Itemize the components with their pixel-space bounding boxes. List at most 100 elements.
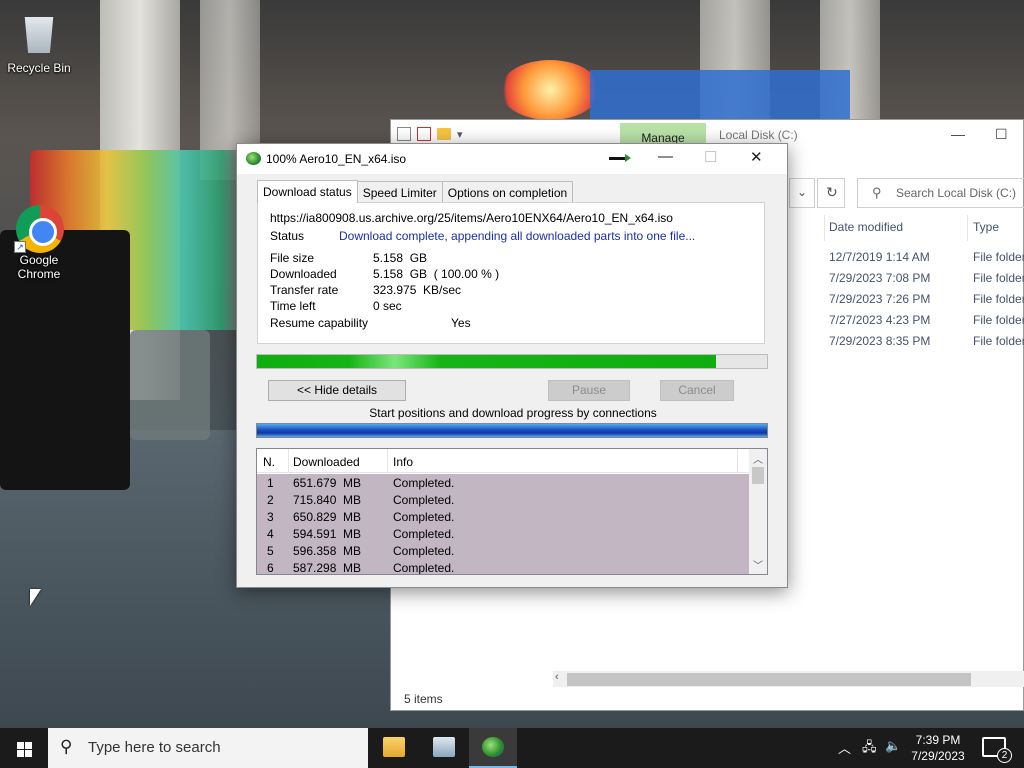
file-row[interactable]: 12/7/2019 1:14 AM File folder — [829, 250, 1024, 264]
column-type[interactable]: Type — [973, 220, 999, 234]
dropdown-icon[interactable]: ▾ — [457, 128, 463, 141]
cancel-button: Cancel — [660, 380, 734, 401]
chevron-down-icon: ⌄ — [797, 185, 808, 199]
time-left-label: Time left — [270, 299, 316, 313]
control-panel-icon — [433, 737, 455, 757]
maximize-icon: ☐ — [704, 149, 718, 166]
download-url: https://ia800908.us.archive.org/25/items… — [270, 211, 673, 225]
downloaded-label: Downloaded — [270, 267, 337, 281]
table-row[interactable]: 2 715.840 MB Completed. — [257, 491, 749, 508]
address-dropdown[interactable]: ⌄ — [789, 178, 815, 208]
status-label: Status — [270, 229, 305, 243]
table-row[interactable]: 3 650.829 MB Completed. — [257, 508, 749, 525]
desktop-icon-recycle-bin[interactable]: Recycle Bin — [1, 10, 77, 75]
explorer-title: Local Disk (C:) — [719, 128, 798, 142]
grid-header: N. Downloaded Info — [257, 449, 749, 473]
table-row[interactable]: 1 651.679 MB Completed. — [257, 474, 749, 491]
clock-time: 7:39 PM — [915, 733, 961, 747]
file-size-label: File size — [270, 251, 315, 265]
refresh-button[interactable]: ↻ — [817, 178, 845, 208]
file-size-value: 5.158 GB — [373, 251, 428, 265]
file-row[interactable]: 7/29/2023 8:35 PM File folder — [829, 334, 1024, 348]
download-status-panel: https://ia800908.us.archive.org/25/items… — [257, 202, 765, 344]
hide-details-button[interactable]: << Hide details — [268, 380, 406, 401]
scrollbar-thumb[interactable] — [752, 467, 764, 484]
dialog-tabs[interactable]: Download status Speed Limiter Options on… — [257, 180, 574, 204]
connections-progress-bar — [256, 423, 768, 438]
dialog-titlebar[interactable]: 100% Aero10_EN_x64.iso — ☐ ✕ — [237, 144, 787, 174]
table-row[interactable]: 5 596.358 MB Completed. — [257, 542, 749, 559]
grid-vertical-scrollbar[interactable]: ︿ ﹀ — [749, 449, 767, 574]
search-icon: ⚲ — [872, 185, 882, 200]
minimize-icon[interactable]: — — [951, 126, 965, 142]
column-info[interactable]: Info — [393, 455, 413, 469]
idm-app-icon — [246, 152, 261, 165]
connections-grid[interactable]: N. Downloaded Info 1 651.679 MB Completed.… — [256, 448, 768, 575]
status-bar-item-count: 5 items — [404, 692, 443, 706]
pause-button: Pause — [548, 380, 630, 401]
search-box[interactable]: ⚲ Search Local Disk (C:) — [857, 178, 1024, 208]
resume-capability-label: Resume capability — [270, 316, 369, 330]
grid-body: 1 651.679 MB Completed. 2 715.840 MB Complet… — [257, 474, 749, 574]
quick-access-toolbar[interactable]: ▾ — [397, 127, 463, 141]
download-dialog[interactable]: 100% Aero10_EN_x64.iso — ☐ ✕ Download st… — [236, 143, 788, 588]
table-row[interactable]: 6 587.298 MB Completed. — [257, 559, 749, 574]
dialog-title: 100% Aero10_EN_x64.iso — [266, 152, 407, 166]
scroll-down-icon[interactable]: ﹀ — [753, 557, 763, 572]
arrow-icon — [609, 154, 631, 162]
network-icon[interactable]: 🖧 — [862, 738, 877, 760]
taskbar-search-placeholder: Type here to search — [88, 739, 221, 756]
connections-label: Start positions and download progress by… — [369, 406, 657, 420]
status-value: Download complete, appending all downloa… — [339, 229, 696, 243]
idm-app-icon — [482, 737, 504, 757]
system-clock[interactable]: 7:39 PM 7/29/2023 — [898, 732, 978, 764]
folder-icon — [383, 737, 405, 757]
column-downloaded[interactable]: Downloaded — [293, 455, 360, 469]
desktop-icon-google-chrome[interactable]: ↗ Google Chrome — [1, 205, 77, 281]
desktop-icon-label: Recycle Bin — [7, 61, 71, 75]
scroll-left-icon[interactable]: ‹ — [555, 671, 559, 683]
desktop-icon-label: Google Chrome — [17, 253, 61, 281]
scrollbar-thumb[interactable] — [567, 673, 971, 686]
taskbar: ⚲ Type here to search ︿ 🖧 🔈 7:39 PM 7/29… — [0, 728, 1024, 768]
start-button[interactable] — [0, 728, 48, 768]
maximize-icon[interactable]: ☐ — [995, 126, 1008, 143]
transfer-rate-label: Transfer rate — [270, 283, 339, 297]
search-icon: ⚲ — [60, 737, 73, 756]
action-center-icon[interactable]: 2 — [982, 737, 1012, 763]
recycle-bin-icon — [16, 13, 62, 59]
column-date-modified[interactable]: Date modified — [829, 220, 903, 234]
checkmark-icon[interactable] — [417, 127, 431, 141]
refresh-icon: ↻ — [826, 184, 838, 200]
close-icon[interactable]: ✕ — [750, 148, 763, 166]
file-row[interactable]: 7/29/2023 7:08 PM File folder — [829, 271, 1024, 285]
tab-speed-limiter[interactable]: Speed Limiter — [356, 181, 443, 203]
new-folder-icon[interactable] — [437, 128, 451, 140]
scroll-up-icon[interactable]: ︿ — [753, 451, 763, 466]
search-placeholder: Search Local Disk (C:) — [896, 186, 1017, 200]
taskbar-download-manager[interactable] — [469, 728, 517, 768]
download-progress-bar — [256, 354, 768, 369]
progress-fill — [257, 355, 716, 368]
transfer-rate-value: 323.975 KB/sec — [373, 283, 462, 297]
file-row[interactable]: 7/29/2023 7:26 PM File folder — [829, 292, 1024, 306]
column-n[interactable]: N. — [263, 455, 275, 469]
notification-count-badge: 2 — [997, 748, 1012, 763]
horizontal-scrollbar[interactable]: ‹ — [553, 671, 1024, 687]
downloaded-value: 5.158 GB ( 100.00 % ) — [373, 267, 500, 281]
file-row[interactable]: 7/27/2023 4:23 PM File folder — [829, 313, 1024, 327]
show-hidden-icons-icon[interactable]: ︿ — [838, 738, 851, 757]
tab-download-status[interactable]: Download status — [257, 180, 358, 203]
table-row[interactable]: 4 594.591 MB Completed. — [257, 525, 749, 542]
shortcut-arrow-icon: ↗ — [14, 241, 26, 253]
mouse-cursor-icon — [30, 589, 41, 606]
time-left-value: 0 sec — [373, 299, 402, 313]
resume-capability-value: Yes — [451, 316, 471, 330]
properties-icon[interactable] — [397, 127, 411, 141]
taskbar-search-box[interactable]: ⚲ Type here to search — [48, 728, 368, 768]
minimize-icon[interactable]: — — [658, 148, 673, 165]
taskbar-file-explorer[interactable] — [370, 728, 418, 768]
tab-options-on-completion[interactable]: Options on completion — [441, 181, 574, 203]
taskbar-control-panel[interactable] — [420, 728, 468, 768]
chrome-icon: ↗ — [14, 205, 64, 253]
